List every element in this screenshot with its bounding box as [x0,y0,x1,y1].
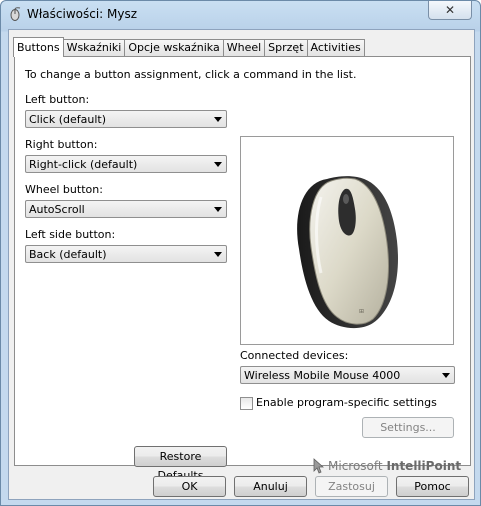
program-specific-checkbox[interactable] [240,397,253,410]
chevron-down-icon [214,252,222,257]
cancel-button[interactable]: Anuluj [234,476,307,497]
connected-devices-select[interactable]: Wireless Mobile Mouse 4000 [240,366,455,384]
mouse-preview: ⊞ [240,136,454,345]
right-button-label: Right button: [25,138,98,151]
buttons-panel: To change a button assignment, click a c… [14,56,471,482]
restore-defaults-button[interactable]: Restore Defaults [134,446,227,482]
tab-pointers[interactable]: Wskaźniki [62,39,126,56]
wheel-button-value: AutoScroll [29,203,85,216]
brand-prefix: Microsoft [328,459,383,473]
mouse-image: ⊞ [297,176,398,329]
left-side-button-select[interactable]: Back (default) [25,245,227,263]
wheel-button-label: Wheel button: [25,183,103,196]
connected-devices-label: Connected devices: [240,349,349,362]
left-side-button-label: Left side button: [25,228,116,241]
tab-hardware[interactable]: Sprzęt [264,39,308,56]
tab-wheel[interactable]: Wheel [222,39,266,56]
chevron-down-icon [214,117,222,122]
properties-window: Właściwości: Mysz ✕ Buttons Wskaźniki Op… [0,0,481,506]
right-button-select[interactable]: Right-click (default) [25,155,227,173]
close-button[interactable]: ✕ [428,1,472,20]
svg-text:⊞: ⊞ [359,308,364,315]
tab-strip: Buttons Wskaźniki Opcje wskaźnika Wheel … [13,37,365,57]
instruction-text: To change a button assignment, click a c… [25,68,357,81]
brand-name: IntelliPoint [386,459,462,473]
tab-buttons[interactable]: Buttons [13,37,64,57]
chevron-down-icon [442,373,450,378]
left-button-value: Click (default) [29,113,106,126]
wheel-button-select[interactable]: AutoScroll [25,200,227,218]
chevron-down-icon [214,162,222,167]
connected-devices-value: Wireless Mobile Mouse 4000 [244,369,401,382]
chevron-down-icon [214,207,222,212]
left-button-label: Left button: [25,93,90,106]
program-specific-label[interactable]: Enable program-specific settings [256,396,437,409]
help-button[interactable]: Pomoc [396,476,469,497]
apply-button[interactable]: Zastosuj [315,476,388,497]
right-button-value: Right-click (default) [29,158,138,171]
left-button-select[interactable]: Click (default) [25,110,227,128]
settings-button[interactable]: Settings... [362,417,454,438]
ok-button[interactable]: OK [153,476,226,497]
mouse-icon [8,7,22,21]
title-bar[interactable]: Właściwości: Mysz ✕ [1,1,480,28]
left-side-button-value: Back (default) [29,248,107,261]
tab-activities[interactable]: Activities [306,39,365,56]
window-title: Właściwości: Mysz [27,7,138,21]
dialog-client: Buttons Wskaźniki Opcje wskaźnika Wheel … [8,29,475,500]
tab-pointer-options[interactable]: Opcje wskaźnika [124,39,224,56]
cursor-icon [313,458,325,474]
close-icon: ✕ [444,3,456,17]
